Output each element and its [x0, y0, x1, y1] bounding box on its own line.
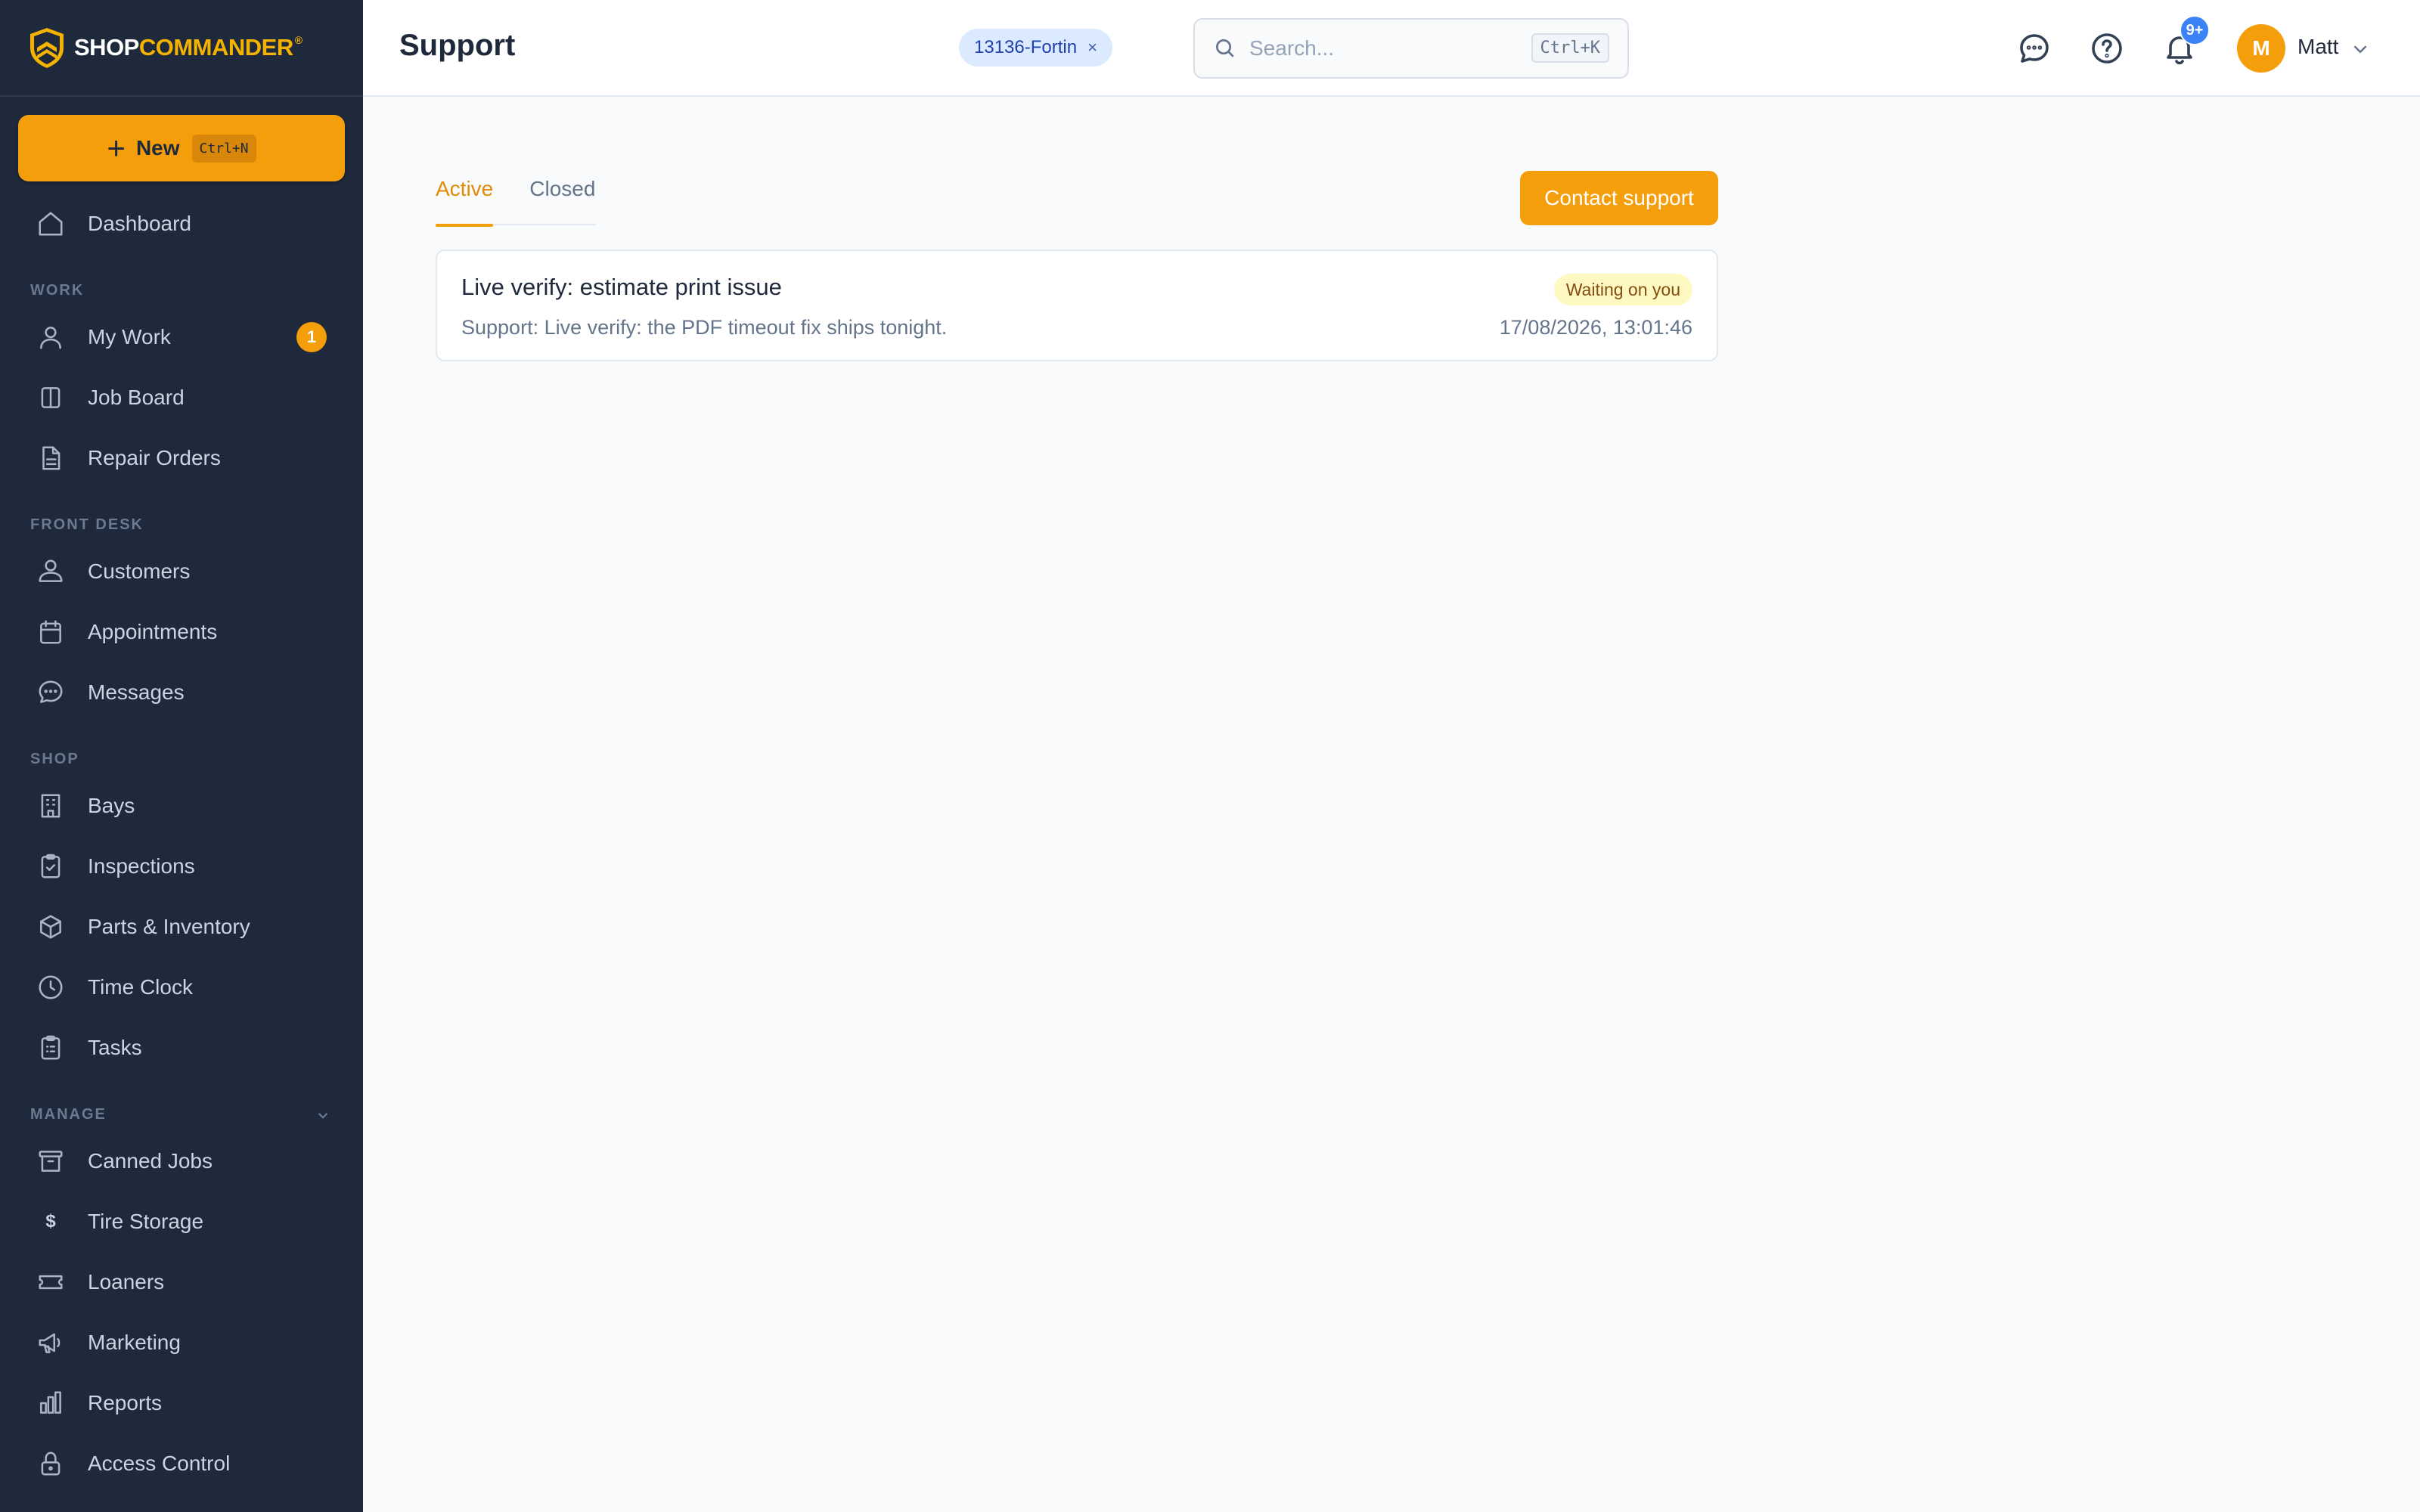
sidebar-item-job-board[interactable]: Job Board	[0, 367, 363, 428]
ticket-tabs: Active Closed	[436, 171, 596, 227]
sidebar-nav: Dashboard WORK My Work 1 Job Board Repai…	[0, 194, 363, 1494]
section-manage[interactable]: MANAGE	[0, 1078, 363, 1131]
help-circle-icon	[2092, 33, 2122, 64]
sidebar-item-label: Time Clock	[88, 975, 193, 999]
home-icon	[39, 212, 63, 236]
ticket-icon	[39, 1275, 63, 1290]
sidebar-item-label: Tasks	[88, 1036, 142, 1059]
brand-logo[interactable]: SHOPCOMMANDER ®	[0, 0, 363, 97]
help-button[interactable]	[2089, 30, 2125, 67]
sidebar-item-messages[interactable]: Messages	[0, 662, 363, 723]
page-title: Support	[399, 29, 516, 62]
user-icon	[40, 327, 61, 349]
avatar[interactable]: M	[2237, 24, 2285, 73]
chat-button[interactable]	[2016, 30, 2052, 67]
sidebar-item-label: Reports	[88, 1391, 163, 1414]
new-shortcut: Ctrl+N	[191, 134, 256, 163]
sidebar-item-bays[interactable]: Bays	[0, 776, 363, 836]
sidebar-item-my-work[interactable]: My Work 1	[0, 307, 363, 367]
archive-icon	[39, 1151, 63, 1172]
search-input[interactable]	[1249, 36, 1506, 60]
chat-bubble-icon	[39, 680, 63, 703]
customers-icon	[39, 559, 63, 582]
sidebar-item-tasks[interactable]: Tasks	[0, 1018, 363, 1078]
tab-active[interactable]: Active	[436, 171, 494, 227]
tenant-chip-label: 13136-Fortin	[974, 37, 1078, 57]
sidebar-item-time-clock[interactable]: Time Clock	[0, 957, 363, 1018]
sidebar-item-label: Job Board	[88, 386, 185, 409]
contact-support-button[interactable]: Contact support	[1520, 171, 1718, 225]
megaphone-icon	[39, 1333, 60, 1353]
calendar-icon	[40, 620, 61, 644]
sidebar-item-label: Messages	[88, 680, 185, 704]
brand-name: SHOPCOMMANDER ®	[74, 34, 302, 60]
sidebar-item-parts-inventory[interactable]: Parts & Inventory	[0, 897, 363, 957]
notification-badge: 9+	[2180, 15, 2210, 45]
sidebar-item-label: Appointments	[88, 620, 218, 643]
chevron-down-icon[interactable]	[2349, 38, 2372, 60]
ticket-title: Live verify: estimate print issue	[461, 274, 782, 300]
sidebar: SHOPCOMMANDER ® + New Ctrl+N Dashboard WO…	[0, 0, 363, 1512]
lock-icon	[41, 1452, 60, 1476]
clipboard-list-icon	[41, 1035, 60, 1060]
sidebar-item-dashboard[interactable]: Dashboard	[0, 194, 363, 254]
my-work-count-badge: 1	[296, 322, 327, 352]
ticket-description: Support: Live verify: the PDF timeout fi…	[461, 316, 948, 339]
new-button-label: New	[135, 136, 180, 160]
sidebar-item-reports[interactable]: Reports	[0, 1373, 363, 1433]
dollar-icon: $	[45, 1211, 56, 1232]
columns-icon	[41, 387, 60, 408]
close-icon[interactable]: ×	[1087, 38, 1097, 57]
sidebar-item-label: Repair Orders	[88, 446, 221, 469]
sidebar-item-label: Marketing	[88, 1331, 181, 1354]
ticket-card[interactable]: Live verify: estimate print issue Waitin…	[436, 249, 1718, 361]
sidebar-item-label: Access Control	[88, 1452, 231, 1475]
clock-icon	[39, 975, 63, 999]
sidebar-item-inspections[interactable]: Inspections	[0, 836, 363, 897]
sidebar-item-tire-storage[interactable]: $ Tire Storage	[0, 1191, 363, 1252]
shield-logo-icon	[30, 28, 64, 68]
building-icon	[41, 794, 60, 818]
box-icon	[40, 915, 61, 939]
sidebar-item-label: Tire Storage	[88, 1210, 204, 1233]
search-shortcut: Ctrl+K	[1531, 33, 1609, 63]
sidebar-item-repair-orders[interactable]: Repair Orders	[0, 428, 363, 488]
tenant-chip[interactable]: 13136-Fortin ×	[959, 29, 1112, 67]
sidebar-item-label: Dashboard	[88, 212, 191, 235]
sidebar-item-label: Inspections	[88, 854, 195, 878]
sidebar-item-label: My Work	[88, 325, 171, 349]
chevron-down-icon	[318, 1113, 328, 1119]
bar-chart-icon	[40, 1391, 61, 1414]
ticket-timestamp: 17/08/2026, 13:01:46	[1499, 316, 1692, 339]
sidebar-item-marketing[interactable]: Marketing	[0, 1312, 363, 1373]
section-front-desk: FRONT DESK	[30, 516, 144, 533]
sidebar-item-label: Canned Jobs	[88, 1149, 213, 1173]
sidebar-item-label: Customers	[88, 559, 191, 583]
search-box[interactable]: Ctrl+K	[1193, 18, 1629, 79]
search-icon	[1216, 39, 1234, 57]
sidebar-item-loaners[interactable]: Loaners	[0, 1252, 363, 1312]
sidebar-item-access-control[interactable]: Access Control	[0, 1433, 363, 1494]
sidebar-item-label: Parts & Inventory	[88, 915, 250, 938]
sidebar-item-label: Loaners	[88, 1270, 165, 1294]
plus-icon: +	[107, 130, 126, 166]
sidebar-item-appointments[interactable]: Appointments	[0, 602, 363, 662]
sidebar-item-canned-jobs[interactable]: Canned Jobs	[0, 1131, 363, 1191]
section-manage-label: MANAGE	[30, 1106, 107, 1123]
sidebar-item-customers[interactable]: Customers	[0, 541, 363, 602]
user-name[interactable]: Matt	[2297, 35, 2338, 59]
sidebar-item-label: Bays	[88, 794, 135, 817]
tab-closed[interactable]: Closed	[529, 171, 595, 225]
section-work: WORK	[30, 282, 85, 299]
chat-bubble-icon	[2020, 34, 2049, 63]
section-shop: SHOP	[30, 751, 79, 767]
new-button[interactable]: + New Ctrl+N	[18, 115, 345, 181]
status-badge: Waiting on you	[1553, 274, 1692, 305]
clipboard-check-icon	[41, 854, 60, 878]
document-icon	[42, 446, 60, 470]
